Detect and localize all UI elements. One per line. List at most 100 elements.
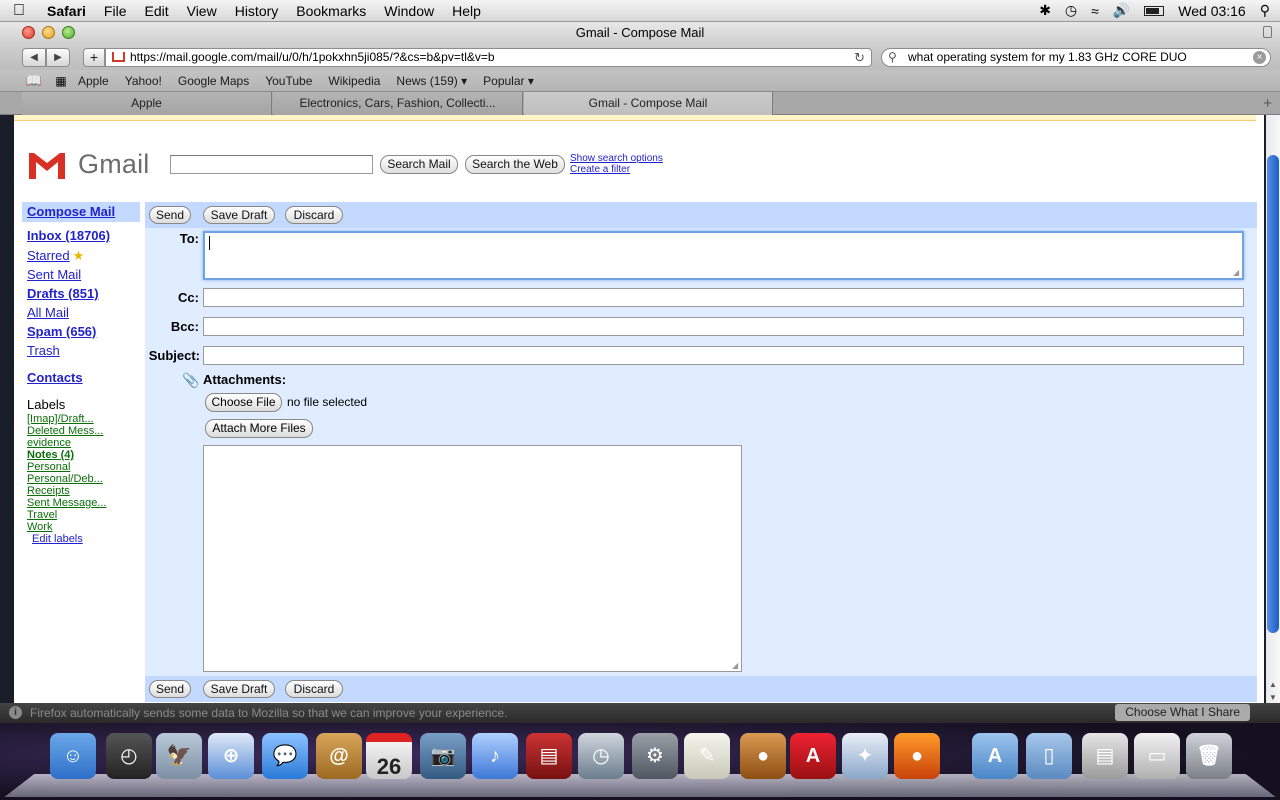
bluetooth-icon[interactable]: ✱ [1039,2,1051,19]
bookmark-yahoo[interactable]: Yahoo! [117,74,170,88]
menu-window[interactable]: Window [375,3,443,19]
bookmark-youtube[interactable]: YouTube [257,74,320,88]
label-work[interactable]: Work [27,521,52,533]
battery-icon[interactable] [1144,5,1165,16]
bookmark-apple[interactable]: Apple [70,74,117,88]
minimize-window-button[interactable] [42,26,55,39]
attach-more-files-button[interactable]: Attach More Files [205,419,313,438]
safari-icon[interactable]: ⊕ [208,733,254,779]
menu-help[interactable]: Help [443,3,490,19]
bookmark-popular-folder[interactable]: Popular ▾ [475,74,542,88]
label-personal[interactable]: Personal [27,461,70,473]
ichat-icon[interactable]: 💬 [262,733,308,779]
new-tab-icon[interactable]: + [1263,95,1272,112]
front-row-icon[interactable]: ▤ [526,733,572,779]
add-bookmark-button[interactable]: + [83,48,105,67]
time-machine-icon[interactable]: ◷ [578,733,624,779]
system-preferences-icon[interactable]: ⚙ [632,733,678,779]
search-field[interactable]: ⚲ what operating system for my 1.83 GHz … [881,48,1271,67]
sidebar-item-all-mail[interactable]: All Mail [27,305,69,320]
time-machine-menu-icon[interactable]: ◷ [1065,2,1077,19]
create-filter-link[interactable]: Create a filter [570,164,630,175]
label-notes[interactable]: Notes (4) [27,449,74,461]
subject-field[interactable] [203,346,1244,365]
zoom-window-button[interactable] [62,26,75,39]
screenshot-stack-icon[interactable]: ▭ [1134,733,1180,779]
reading-list-icon[interactable]: 📖 [24,73,44,89]
firefox-icon[interactable]: ● [894,733,940,779]
menu-view[interactable]: View [178,3,226,19]
save-draft-button-top[interactable]: Save Draft [203,206,275,224]
iphoto-icon[interactable]: 📷 [420,733,466,779]
label-travel[interactable]: Travel [27,509,57,521]
label-personal-deb[interactable]: Personal/Deb... [27,473,103,485]
page-scrollbar[interactable]: ▲ ▼ [1266,115,1280,708]
compose-mail-link[interactable]: Compose Mail [22,202,140,222]
address-bar[interactable]: https://mail.google.com/mail/u/0/h/1pokx… [105,48,872,67]
downloads-stack-icon[interactable]: ▤ [1082,733,1128,779]
label-imap-draft[interactable]: [Imap]/Draft... [27,413,94,425]
spotlight-icon[interactable]: ⚲ [1260,2,1270,19]
volume-icon[interactable]: 🔊 [1113,2,1130,19]
close-window-button[interactable] [22,26,35,39]
menu-bookmarks[interactable]: Bookmarks [287,3,375,19]
body-resize-grip-icon[interactable]: ◢ [732,662,740,670]
ical-icon[interactable]: 26 [366,733,412,779]
menu-app-name[interactable]: Safari [38,3,95,19]
tab-gmail-compose[interactable]: Gmail - Compose Mail [524,92,773,115]
tab-ebay[interactable]: Electronics, Cars, Fashion, Collecti... [273,92,523,115]
message-body-field[interactable]: ◢ [203,445,742,672]
documents-folder-icon[interactable]: ▯ [1026,733,1072,779]
sidebar-item-trash[interactable]: Trash [27,343,60,358]
choose-file-button[interactable]: Choose File [205,393,282,412]
show-search-options-link[interactable]: Show search options [570,153,663,164]
reload-icon[interactable]: ↻ [854,49,865,66]
send-button-bottom[interactable]: Send [149,680,191,698]
to-field[interactable]: ◢ [203,231,1244,280]
label-receipts[interactable]: Receipts [27,485,70,497]
sidebar-item-inbox[interactable]: Inbox (18706) [27,228,110,243]
search-mail-button[interactable]: Search Mail [380,155,458,174]
menu-edit[interactable]: Edit [135,3,177,19]
applications-folder-icon[interactable]: A [972,733,1018,779]
discard-button-top[interactable]: Discard [285,206,343,224]
scroll-down-arrow-icon[interactable]: ▼ [1268,693,1278,703]
scrollbar-thumb[interactable] [1267,155,1279,633]
menu-file[interactable]: File [95,3,136,19]
send-button-top[interactable]: Send [149,206,191,224]
apple-menu-icon[interactable]:  [0,2,38,20]
wifi-icon[interactable]: ≈ [1091,3,1099,19]
itunes-icon[interactable]: ♪ [472,733,518,779]
trash-icon[interactable]: 🗑 [1186,733,1232,779]
bookmark-wikipedia[interactable]: Wikipedia [320,74,388,88]
acrobat-icon[interactable]: A [790,733,836,779]
sidebar-item-spam[interactable]: Spam (656) [27,324,96,339]
clear-search-icon[interactable]: × [1253,51,1266,64]
top-sites-icon[interactable]: ▦ [52,74,70,88]
label-evidence[interactable]: evidence [27,437,71,449]
cc-field[interactable] [203,288,1244,307]
sidebar-item-sent[interactable]: Sent Mail [27,267,81,282]
label-deleted-messages[interactable]: Deleted Mess... [27,425,103,437]
edit-labels-link[interactable]: Edit labels [32,533,83,545]
tab-apple[interactable]: Apple [22,92,272,115]
save-draft-button-bottom[interactable]: Save Draft [203,680,275,698]
discard-button-bottom[interactable]: Discard [285,680,343,698]
sidebar-item-starred[interactable]: Starred ★ [27,248,84,264]
sidebar-item-drafts[interactable]: Drafts (851) [27,286,99,301]
mail-search-input[interactable] [170,155,373,174]
sidebar-item-contacts[interactable]: Contacts [27,370,83,385]
choose-what-i-share-button[interactable]: Choose What I Share [1115,704,1250,721]
bookmark-google-maps[interactable]: Google Maps [170,74,257,88]
scroll-up-arrow-icon[interactable]: ▲ [1268,680,1278,690]
finder-icon[interactable]: ☺ [50,733,96,779]
address-book-icon[interactable]: @ [316,733,362,779]
resize-grip-icon[interactable]: ◢ [1233,269,1241,277]
bcc-field[interactable] [203,317,1244,336]
network-icon[interactable]: ✦ [842,733,888,779]
app-icon[interactable]: ● [740,733,786,779]
dashboard-icon[interactable]: ◴ [106,733,152,779]
back-button[interactable]: ◀ [22,48,46,67]
forward-button[interactable]: ▶ [46,48,70,67]
menu-history[interactable]: History [226,3,288,19]
